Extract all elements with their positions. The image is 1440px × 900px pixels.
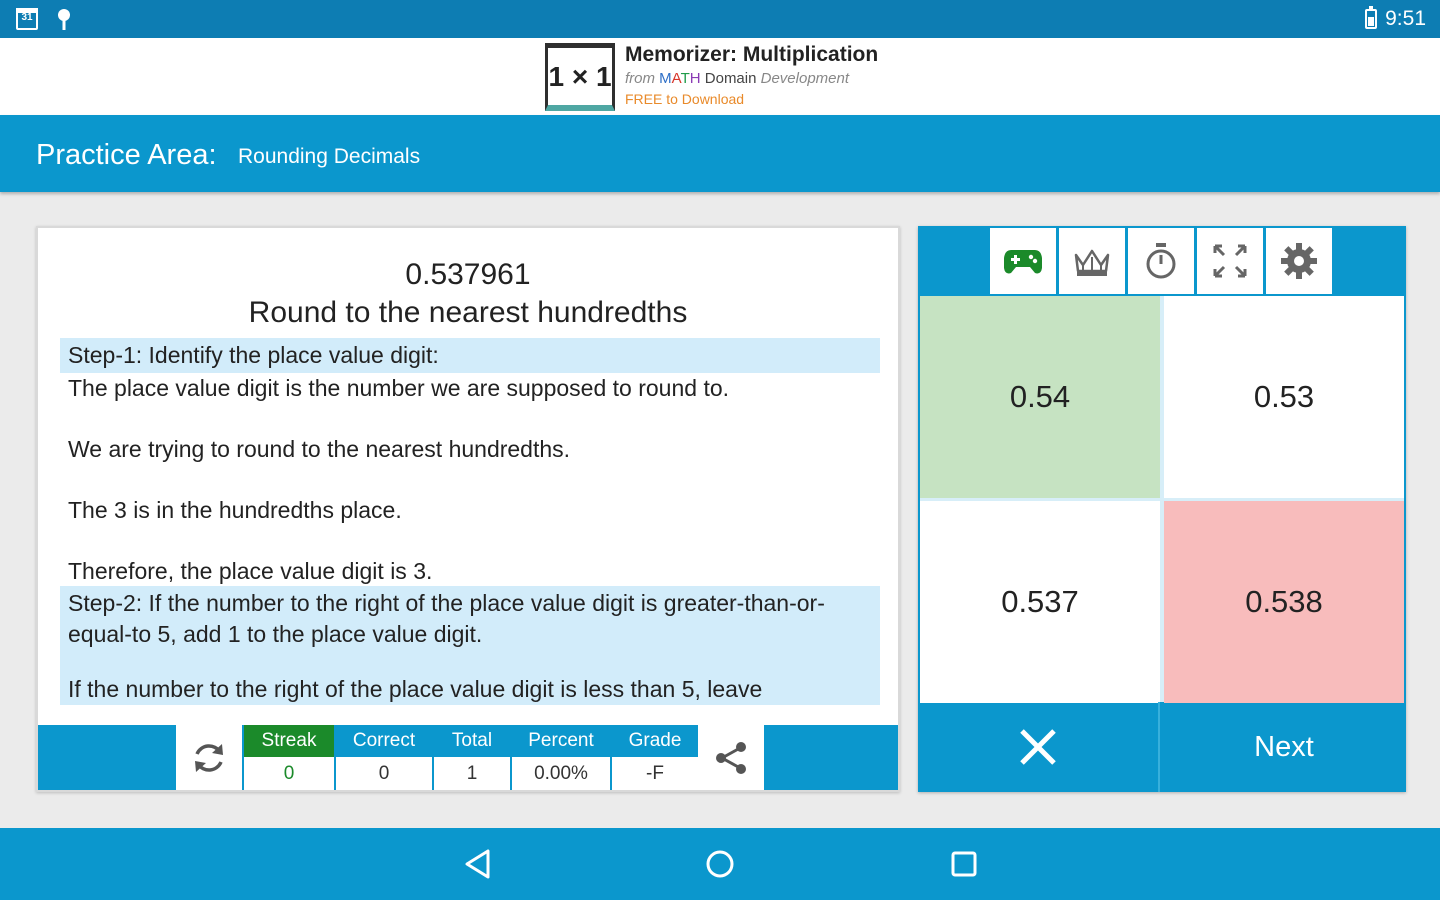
ad-text[interactable]: Memorizer: Multiplication from MATH Doma… [625,42,925,108]
answer-option-2[interactable]: 0.53 [1164,296,1404,498]
stat-total-label: Total [434,725,510,757]
ad-brand-suffix: Development [760,70,850,87]
problem-instruction: Round to the nearest hundredths [248,296,688,329]
step2-text: If the number to the right of the place … [68,676,763,702]
crown-icon [1074,249,1110,276]
ad-brand-t: T [680,70,690,87]
timer-button[interactable] [1128,228,1194,294]
nav-back-button[interactable] [460,846,496,882]
ad-title: Memorizer: Multiplication [625,43,879,66]
system-nav-bar [0,828,1440,900]
ad-logo-text: 1 × 1 [548,60,612,92]
answer-option-label: 0.537 [1001,584,1079,619]
stat-total: Total 1 [432,725,510,790]
ad-brand-a: A [671,70,681,87]
divider [920,498,1404,501]
step1-title: Step-1: Identify the place value digit: [60,338,880,373]
calendar-day: 31 [21,12,33,23]
clock: 9:51 [1385,7,1426,30]
stopwatch-icon [1146,243,1176,279]
problem: 0.537961 Round to the nearest hundredths [38,256,898,332]
status-bar: 31 9:51 [0,0,1440,38]
ad-banner[interactable]: 1 × 1 Memorizer: Multiplication from MAT… [0,38,1440,115]
answer-option-3[interactable]: 0.537 [920,501,1160,703]
expand-icon [1213,244,1247,278]
location-pin-icon [58,9,70,30]
answer-option-label: 0.54 [1009,379,1071,414]
stat-streak-label: Streak [244,725,334,757]
step1-text-2: We are trying to round to the nearest hu… [68,436,571,462]
gear-icon [1281,243,1317,279]
gamepad-icon [1004,250,1042,274]
recents-square-icon [951,851,977,877]
answer-grid: 0.54 0.53 0.537 0.538 [920,296,1404,703]
ad-brand-domain: Domain [704,70,757,87]
next-button[interactable]: Next [1162,702,1406,792]
stat-correct-value: 0 [378,763,390,784]
ad-publisher: from MATH Domain Development [625,68,925,90]
stat-correct: Correct 0 [334,725,432,790]
answer-option-label: 0.53 [1253,379,1315,414]
answer-actions: Next [918,702,1406,792]
fullscreen-button[interactable] [1197,228,1263,294]
step1-text-1: The place value digit is the number we a… [68,375,730,401]
share-button[interactable] [698,725,764,790]
stat-percent: Percent 0.00% [510,725,610,790]
stat-streak: Streak 0 [242,725,334,790]
answer-option-1[interactable]: 0.54 [920,296,1160,498]
stat-streak-value: 0 [283,763,295,784]
stat-correct-label: Correct [336,725,432,757]
stats-bar: Streak 0 Correct 0 Total 1 Percent 0.00%… [38,725,898,790]
stat-total-value: 1 [466,763,478,784]
nav-home-button[interactable] [702,846,738,882]
toolbar [990,228,1332,294]
refresh-button[interactable] [176,725,242,790]
ad-app-logo[interactable]: 1 × 1 [545,43,615,111]
close-button[interactable] [918,702,1160,792]
solution-steps[interactable]: Step-1: Identify the place value digit: … [60,338,880,705]
ad-brand-h: H [689,70,701,87]
back-triangle-icon [465,849,490,879]
stat-grade: Grade -F [610,725,698,790]
topic-title: Rounding Decimals [238,145,421,168]
answer-option-label: 0.538 [1245,584,1323,619]
stat-grade-label: Grade [612,725,698,757]
answer-option-4[interactable]: 0.538 [1164,501,1404,703]
ad-from: from [625,70,655,87]
answer-panel: 0.54 0.53 0.537 0.538 Next [918,226,1406,792]
solution-panel: 0.537961 Round to the nearest hundredths… [36,226,900,792]
step2-block: Step-2: If the number to the right of th… [60,586,880,705]
status-right: 9:51 [1365,6,1426,32]
battery-icon [1365,6,1378,29]
leaderboard-button[interactable] [1059,228,1125,294]
home-circle-icon [706,850,734,878]
stat-percent-value: 0.00% [534,763,588,784]
ad-brand-m: M [659,70,672,87]
ad-cta[interactable]: FREE to Download [625,90,925,108]
calendar-icon: 31 [16,8,38,30]
stat-grade-value: -F [646,763,664,784]
settings-button[interactable] [1266,228,1332,294]
nav-recents-button[interactable] [946,846,982,882]
step1-text-4: Therefore, the place value digit is 3. [68,558,433,584]
stat-percent-label: Percent [512,725,610,757]
step1-text-3: The 3 is in the hundredths place. [68,497,402,523]
problem-number: 0.537961 [405,258,531,291]
page-title: Practice Area: [36,139,217,171]
next-button-label: Next [1254,730,1314,763]
refresh-icon [195,743,223,772]
game-mode-button[interactable] [990,228,1056,294]
close-icon [1020,729,1056,765]
step2-title: Step-2: If the number to the right of th… [68,590,825,647]
step1-body: The place value digit is the number we a… [60,373,880,586]
practice-header: Practice Area: Rounding Decimals [0,115,1440,192]
share-icon [716,741,746,774]
